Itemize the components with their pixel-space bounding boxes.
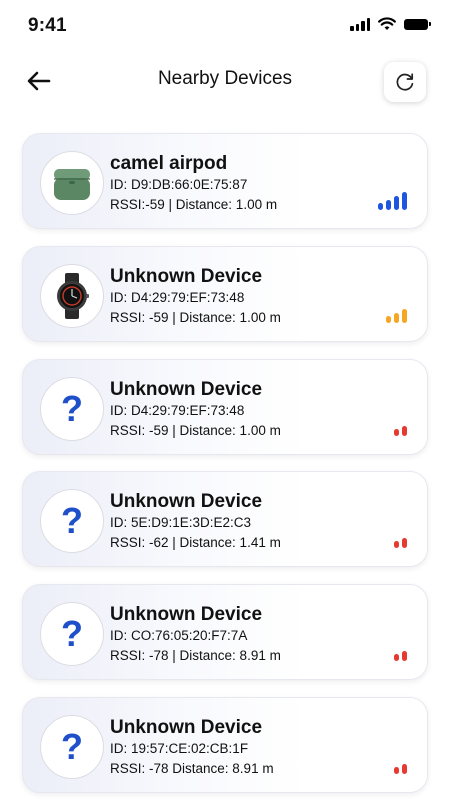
device-info: Unknown Device ID: D4:29:79:EF:73:48 RSSI:…	[110, 379, 367, 441]
device-rssi-distance: RSSI:-59 | Distance: 1.00 m	[110, 197, 278, 212]
device-info: Unknown Device ID: D4:29:79:EF:73:48 RSSI:…	[110, 266, 367, 328]
device-name: Unknown Device	[110, 491, 263, 513]
status-icons	[350, 17, 431, 31]
signal-bar	[402, 538, 407, 549]
status-time: 9:41	[28, 15, 67, 36]
device-id: ID: CO:76:05:20:F7:7A	[110, 628, 248, 644]
device-card[interactable]: ? Unknown Device ID: 19:57:CE:02:CB:1F RSSI…	[22, 696, 428, 793]
device-name: Unknown Device	[110, 378, 263, 400]
device-card[interactable]: ? Unknown Device ID: D4:29:79:EF:73:48 RSSI…	[22, 358, 428, 455]
device-avatar	[40, 151, 104, 215]
device-rssi-distance: RSSI: -59 | Distance: 1.00 m	[110, 422, 281, 438]
device-name: Unknown Device	[110, 265, 263, 287]
device-card[interactable]: camel airpod ID: D9:DB:66:0E:75:87 RSSI:-5…	[22, 133, 428, 229]
wifi-icon	[378, 17, 396, 30]
refresh-button[interactable]	[384, 62, 426, 102]
question-mark-icon: ?	[61, 387, 83, 429]
signal-bar	[394, 541, 399, 549]
device-info: camel airpod ID: D9:DB:66:0E:75:87 RSSI:-5…	[110, 153, 367, 215]
refresh-icon	[396, 73, 414, 91]
signal-bar	[394, 196, 399, 210]
device-avatar: ?	[40, 714, 104, 779]
device-rssi-distance: RSSI: -59 | Distance: 1.00 m	[110, 309, 281, 325]
device-list: camel airpod ID: D9:DB:66:0E:75:87 RSSI:-5…	[22, 133, 428, 810]
device-rssi-distance: RSSI: -78 Distance: 8.91 m	[110, 760, 274, 776]
device-avatar	[40, 263, 104, 328]
signal-bar	[378, 203, 383, 210]
question-mark-icon: ?	[61, 613, 83, 655]
question-mark-icon: ?	[61, 500, 83, 542]
device-id: ID: 19:57:CE:02:CB:1F	[110, 740, 249, 756]
signal-bar	[402, 651, 407, 662]
signal-strength-icon	[378, 192, 407, 210]
cellular-signal-icon	[350, 17, 370, 31]
signal-bar	[402, 425, 407, 436]
device-rssi-distance: RSSI: -78 | Distance: 8.91 m	[110, 648, 281, 664]
signal-strength-icon	[394, 763, 407, 774]
device-name: Unknown Device	[110, 604, 263, 626]
battery-icon	[404, 18, 431, 30]
device-id: ID: 5E:D9:1E:3D:E2:C3	[110, 515, 252, 531]
signal-bar	[394, 654, 399, 662]
signal-bar	[402, 192, 407, 210]
device-card[interactable]: ? Unknown Device ID: CO:76:05:20:F7:7A RSSI…	[22, 584, 428, 681]
signal-bar	[394, 428, 399, 436]
question-mark-icon: ?	[61, 725, 83, 767]
device-rssi-distance: RSSI: -62 | Distance: 1.41 m	[110, 535, 281, 551]
device-name: camel airpod	[110, 153, 228, 174]
smartwatch-icon	[47, 271, 97, 321]
device-avatar: ?	[40, 602, 104, 667]
signal-bar	[394, 312, 399, 323]
device-id: ID: D9:DB:66:0E:75:87	[110, 177, 248, 192]
signal-bar	[394, 766, 399, 774]
airpods-icon	[47, 158, 97, 208]
status-bar: 9:41	[0, 0, 450, 54]
device-info: Unknown Device ID: 5E:D9:1E:3D:E2:C3 RSSI:…	[110, 491, 367, 553]
signal-strength-icon	[386, 308, 407, 323]
page-title: Nearby Devices	[157, 68, 293, 89]
signal-bar	[402, 763, 407, 774]
device-info: Unknown Device ID: CO:76:05:20:F7:7A RSSI:…	[110, 604, 367, 666]
device-name: Unknown Device	[110, 716, 263, 738]
signal-bar	[386, 200, 391, 210]
device-id: ID: D4:29:79:EF:73:48	[110, 289, 245, 305]
header: Nearby Devices	[0, 54, 450, 110]
signal-bar	[386, 315, 391, 323]
device-card[interactable]: Unknown Device ID: D4:29:79:EF:73:48 RSSI:…	[22, 245, 428, 342]
device-id: ID: D4:29:79:EF:73:48	[110, 402, 245, 418]
device-avatar: ?	[40, 376, 104, 441]
signal-strength-icon	[394, 651, 407, 662]
device-info: Unknown Device ID: 19:57:CE:02:CB:1F RSSI:…	[110, 717, 367, 779]
signal-strength-icon	[394, 425, 407, 436]
device-avatar: ?	[40, 489, 104, 554]
device-card[interactable]: ? Unknown Device ID: 5E:D9:1E:3D:E2:C3 RSSI…	[22, 471, 428, 568]
signal-bar	[402, 308, 407, 323]
signal-strength-icon	[394, 538, 407, 549]
